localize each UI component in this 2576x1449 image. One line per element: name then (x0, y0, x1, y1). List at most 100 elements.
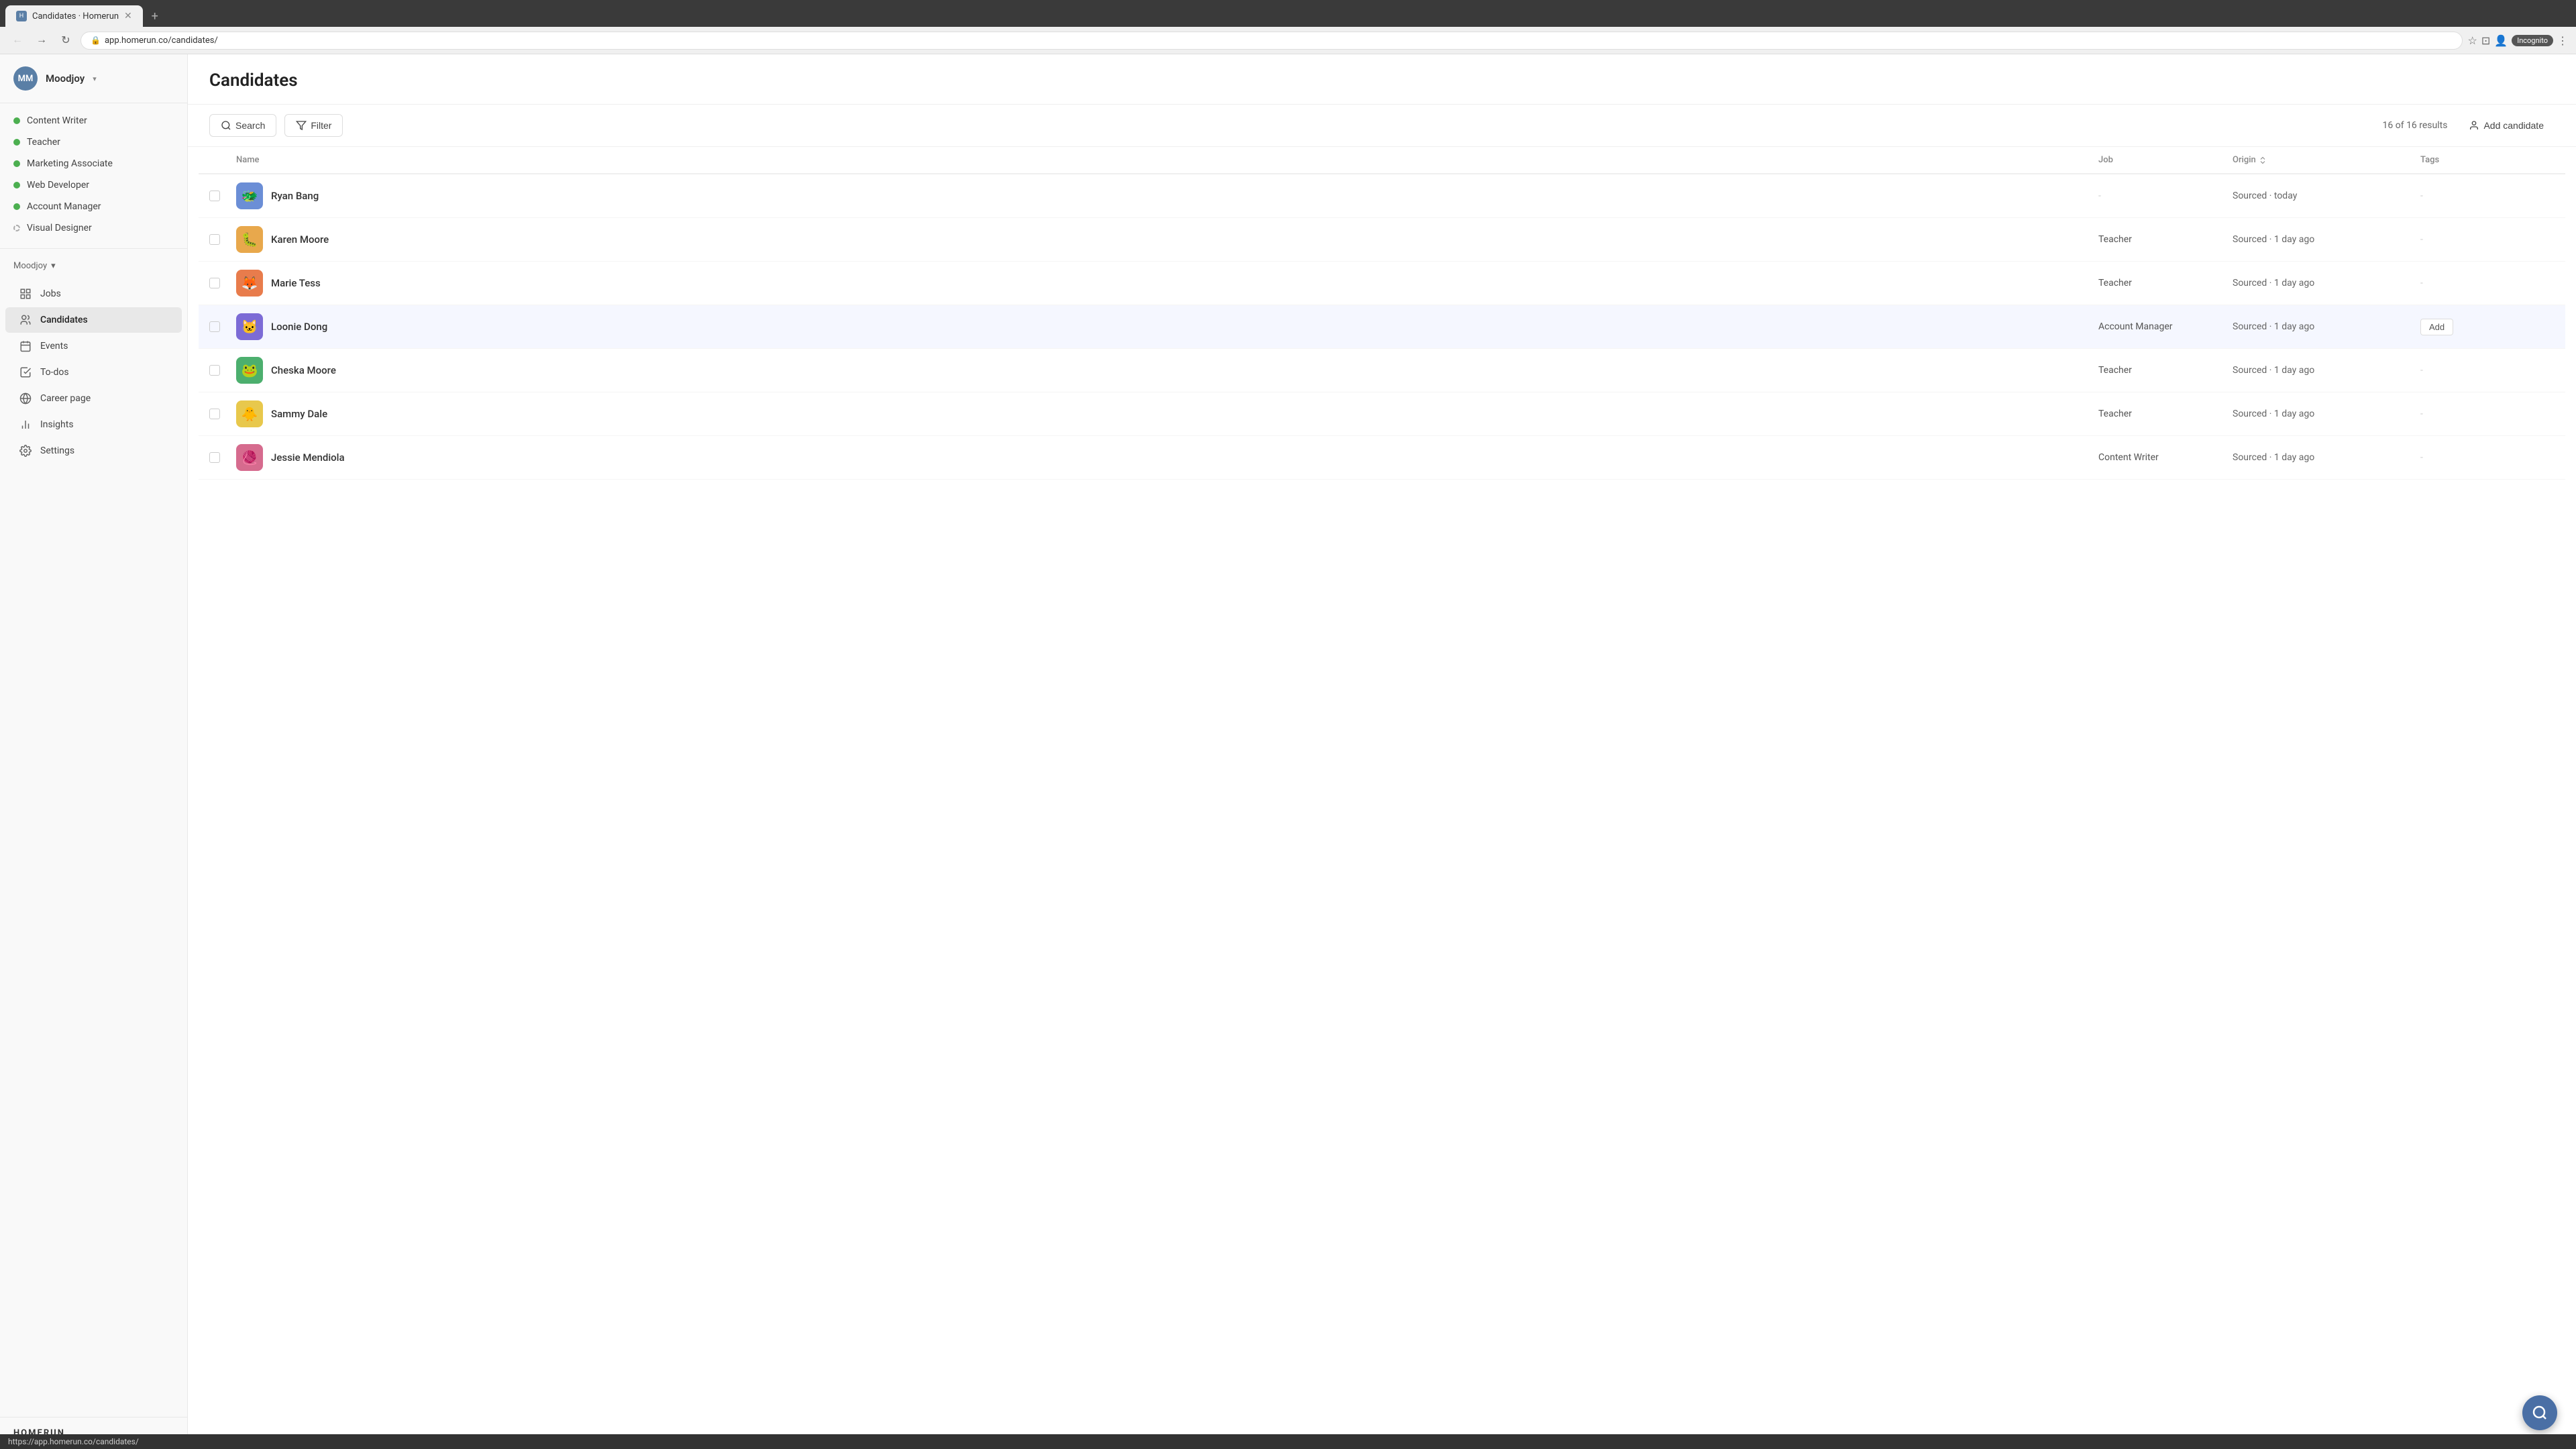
tags-cell: - (2420, 365, 2555, 376)
active-tab[interactable]: H Candidates · Homerun ✕ (5, 5, 143, 27)
candidate-avatar: 🐸 (236, 357, 263, 384)
sidebar-item-account-manager[interactable]: Account Manager (0, 196, 187, 217)
origin-cell: Sourced · 1 day ago (2233, 321, 2420, 332)
company-name: Moodjoy (46, 72, 85, 85)
sidebar-item-settings[interactable]: Settings (5, 438, 182, 464)
main-content: Candidates Search Filter 16 of 16 result… (188, 54, 2576, 1449)
sidebar-divider (0, 248, 187, 249)
sidebar-header: MM Moodjoy ▾ (0, 54, 187, 103)
tags-cell: - (2420, 191, 2555, 201)
browser-chrome: H Candidates · Homerun ✕ + ← → ↻ 🔒 app.h… (0, 0, 2576, 54)
nav-item-label: Candidates (40, 315, 88, 325)
menu-icon[interactable]: ⋮ (2557, 34, 2568, 47)
tab-favicon: H (16, 11, 27, 21)
reader-mode-icon[interactable]: ⊡ (2481, 34, 2490, 47)
sidebar: MM Moodjoy ▾ Content Writer Teacher Mark… (0, 54, 188, 1449)
table-row[interactable]: 🧶 Jessie Mendiola Content Writer Sourced… (199, 436, 2565, 480)
new-tab-button[interactable]: + (146, 7, 164, 25)
job-status-dot (13, 117, 20, 124)
profile-icon[interactable]: 👤 (2494, 34, 2508, 47)
search-button[interactable]: Search (209, 114, 276, 137)
table-row[interactable]: 🐱 Loonie Dong Account Manager Sourced · … (199, 305, 2565, 349)
row-checkbox[interactable] (209, 409, 220, 419)
globe-icon (19, 392, 32, 405)
grid-icon (19, 287, 32, 301)
company-nav-label[interactable]: Moodjoy ▾ (13, 257, 174, 275)
row-checkbox[interactable] (209, 234, 220, 245)
candidate-name: Sammy Dale (271, 408, 327, 420)
company-dropdown-icon[interactable]: ▾ (93, 74, 97, 83)
sidebar-item-visual-designer[interactable]: Visual Designer (0, 217, 187, 239)
search-fab-icon (2532, 1405, 2548, 1421)
tags-cell: - (2420, 278, 2555, 288)
status-bar: https://app.homerun.co/candidates/ (0, 1434, 2576, 1449)
filter-icon (296, 120, 307, 131)
back-button[interactable]: ← (8, 31, 27, 50)
candidate-avatar: 🐥 (236, 400, 263, 427)
tags-cell: - (2420, 409, 2555, 419)
nav-item-label: Career page (40, 393, 91, 404)
row-checkbox[interactable] (209, 365, 220, 376)
header-origin-label: Origin (2233, 155, 2256, 165)
table-row[interactable]: 🐸 Cheska Moore Teacher Sourced · 1 day a… (199, 349, 2565, 392)
filter-button[interactable]: Filter (284, 114, 343, 137)
calendar-icon (19, 339, 32, 353)
row-checkbox[interactable] (209, 452, 220, 463)
page-title: Candidates (209, 70, 2555, 91)
candidate-avatar: 🐱 (236, 313, 263, 340)
sidebar-item-todos[interactable]: To-dos (5, 360, 182, 385)
sidebar-item-insights[interactable]: Insights (5, 412, 182, 437)
header-name-label: Name (236, 155, 260, 165)
table-row[interactable]: 🐲 Ryan Bang - Sourced · today - (199, 174, 2565, 218)
table-row[interactable]: 🐛 Karen Moore Teacher Sourced · 1 day ag… (199, 218, 2565, 262)
origin-cell: Sourced · 1 day ago (2233, 278, 2420, 288)
job-status-dot (13, 182, 20, 189)
sidebar-item-content-writer[interactable]: Content Writer (0, 110, 187, 131)
candidate-name: Karen Moore (271, 233, 329, 246)
nav-item-label: Events (40, 341, 68, 352)
origin-cell: Sourced · 1 day ago (2233, 409, 2420, 419)
filter-label: Filter (311, 120, 331, 131)
job-status-dot (13, 203, 20, 210)
tab-bar: H Candidates · Homerun ✕ + (0, 0, 2576, 27)
nav-right-controls: ☆ ⊡ 👤 Incognito ⋮ (2468, 34, 2568, 47)
main-header: Candidates (188, 54, 2576, 105)
sidebar-item-candidates[interactable]: Candidates (5, 307, 182, 333)
job-label: Web Developer (27, 180, 89, 191)
forward-button[interactable]: → (32, 31, 51, 50)
table-row[interactable]: 🐥 Sammy Dale Teacher Sourced · 1 day ago… (199, 392, 2565, 436)
header-job-label: Job (2098, 155, 2113, 165)
address-lock-icon: 🔒 (91, 36, 101, 45)
reload-button[interactable]: ↻ (56, 31, 75, 50)
row-checkbox[interactable] (209, 278, 220, 288)
sidebar-item-teacher[interactable]: Teacher (0, 131, 187, 153)
company-section: Moodjoy ▾ (0, 252, 187, 280)
sidebar-item-web-developer[interactable]: Web Developer (0, 174, 187, 196)
add-candidate-button[interactable]: Add candidate (2458, 115, 2555, 136)
job-cell: Teacher (2098, 234, 2233, 245)
row-checkbox[interactable] (209, 191, 220, 201)
tab-close-button[interactable]: ✕ (124, 11, 132, 21)
job-cell: Teacher (2098, 278, 2233, 288)
nav-item-label: To-dos (40, 367, 69, 378)
sidebar-item-events[interactable]: Events (5, 333, 182, 359)
sidebar-item-jobs[interactable]: Jobs (5, 281, 182, 307)
candidate-avatar: 🐛 (236, 226, 263, 253)
company-nav-arrow: ▾ (51, 261, 56, 271)
candidate-cell: 🐥 Sammy Dale (236, 400, 2098, 427)
row-checkbox[interactable] (209, 321, 220, 332)
tags-cell: Add (2420, 319, 2555, 335)
sidebar-item-marketing-associate[interactable]: Marketing Associate (0, 153, 187, 174)
candidate-cell: 🐱 Loonie Dong (236, 313, 2098, 340)
table-row[interactable]: 🦊 Marie Tess Teacher Sourced · 1 day ago… (199, 262, 2565, 305)
origin-cell: Sourced · today (2233, 191, 2420, 201)
add-tag-button[interactable]: Add (2420, 319, 2453, 335)
sidebar-nav: Jobs Candidates Events To-dos (0, 280, 187, 464)
results-count: 16 of 16 results (2383, 120, 2448, 131)
job-cell: Content Writer (2098, 452, 2233, 463)
star-icon[interactable]: ☆ (2468, 34, 2477, 47)
gear-icon (19, 444, 32, 458)
search-fab[interactable] (2522, 1395, 2557, 1430)
sidebar-item-career-page[interactable]: Career page (5, 386, 182, 411)
address-bar[interactable]: 🔒 app.homerun.co/candidates/ (80, 32, 2463, 50)
